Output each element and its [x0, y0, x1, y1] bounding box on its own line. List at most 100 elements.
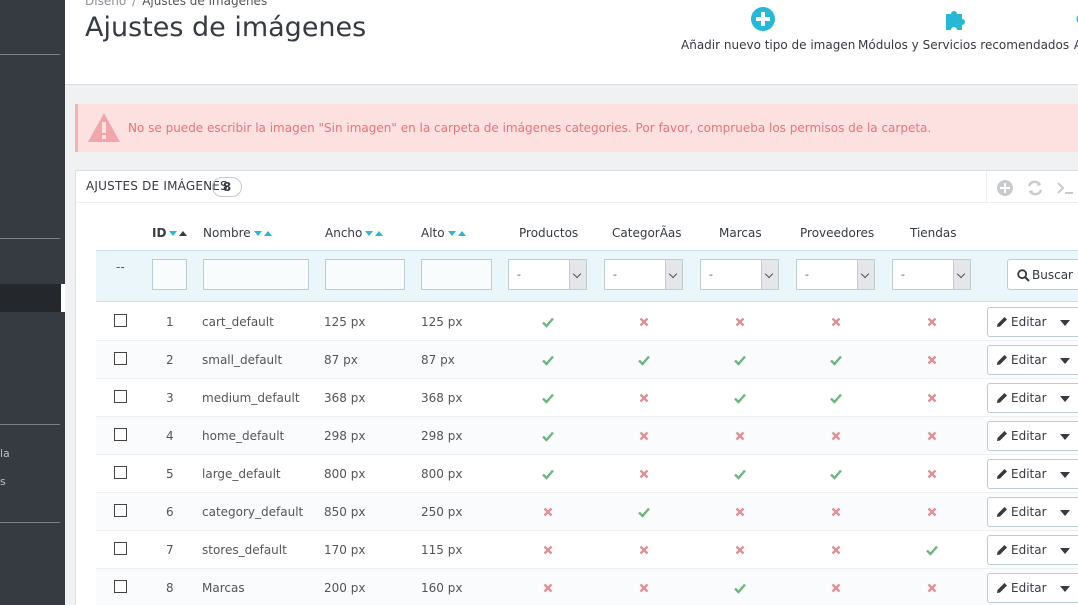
filter-products-select[interactable]: - [508, 259, 587, 290]
check-icon[interactable] [542, 430, 554, 442]
cross-icon[interactable] [734, 506, 746, 518]
sort-arrows-icon[interactable] [447, 229, 466, 238]
breadcrumb-parent[interactable]: Diseño [85, 0, 126, 8]
filter-categories-select[interactable]: - [604, 259, 683, 290]
cross-icon[interactable] [926, 354, 938, 366]
check-icon[interactable] [926, 544, 938, 556]
table-row[interactable]: 8 Marcas 200 px 160 px Editar [96, 569, 1078, 605]
row-checkbox[interactable] [114, 352, 127, 365]
row-checkbox[interactable] [114, 504, 127, 517]
cross-icon[interactable] [830, 506, 842, 518]
filter-height-input[interactable] [421, 259, 492, 290]
edit-button[interactable]: Editar [987, 573, 1078, 603]
check-icon[interactable] [830, 468, 842, 480]
caret-down-icon[interactable] [1060, 548, 1070, 554]
table-row[interactable]: 5 large_default 800 px 800 px Editar [96, 455, 1078, 493]
cross-icon[interactable] [638, 582, 650, 594]
cross-icon[interactable] [638, 316, 650, 328]
filter-stores-select[interactable]: - [892, 259, 971, 290]
edit-button[interactable]: Editar [987, 421, 1078, 451]
cross-icon[interactable] [542, 544, 554, 556]
caret-down-icon[interactable] [1060, 396, 1070, 402]
cross-icon[interactable] [542, 506, 554, 518]
edit-button[interactable]: Editar [987, 345, 1078, 375]
cross-icon[interactable] [734, 430, 746, 442]
cross-icon[interactable] [926, 468, 938, 480]
column-header-width[interactable]: Ancho [325, 226, 384, 240]
filter-suppliers-select[interactable]: - [796, 259, 875, 290]
sort-arrows-icon[interactable] [365, 229, 384, 238]
row-checkbox[interactable] [114, 314, 127, 327]
check-icon[interactable] [638, 506, 650, 518]
sql-terminal-icon[interactable] [1055, 178, 1075, 198]
cross-icon[interactable] [638, 392, 650, 404]
cross-icon[interactable] [638, 430, 650, 442]
edit-button[interactable]: Editar [987, 307, 1078, 337]
filter-width-input[interactable] [325, 259, 405, 290]
row-checkbox[interactable] [114, 542, 127, 555]
cross-icon[interactable] [926, 506, 938, 518]
check-icon[interactable] [542, 468, 554, 480]
cross-icon[interactable] [926, 316, 938, 328]
sort-arrows-icon[interactable] [169, 229, 188, 238]
cross-icon[interactable] [638, 544, 650, 556]
cross-icon[interactable] [638, 468, 650, 480]
cross-icon[interactable] [926, 430, 938, 442]
edit-button[interactable]: Editar [987, 459, 1078, 489]
cross-icon[interactable] [734, 544, 746, 556]
cross-icon[interactable] [830, 544, 842, 556]
row-checkbox[interactable] [114, 428, 127, 441]
refresh-icon[interactable] [1025, 178, 1045, 198]
add-image-type-button[interactable]: Añadir nuevo tipo de imagen [681, 6, 855, 52]
cross-icon[interactable] [734, 316, 746, 328]
cross-icon[interactable] [830, 316, 842, 328]
caret-down-icon[interactable] [1060, 358, 1070, 364]
row-checkbox[interactable] [114, 466, 127, 479]
check-icon[interactable] [734, 392, 746, 404]
table-row[interactable]: 6 category_default 850 px 250 px Editar [96, 493, 1078, 531]
caret-down-icon[interactable] [1060, 320, 1070, 326]
caret-down-icon[interactable] [1060, 586, 1070, 592]
search-button[interactable]: Buscar [1007, 259, 1078, 290]
sidebar-item-label[interactable]: s [0, 475, 6, 488]
edit-button[interactable]: Editar [987, 383, 1078, 413]
filter-brands-select[interactable]: - [700, 259, 779, 290]
sidebar-item-label[interactable]: la [0, 447, 10, 460]
cross-icon[interactable] [926, 392, 938, 404]
edit-button[interactable]: Editar [987, 497, 1078, 527]
cross-icon[interactable] [830, 582, 842, 594]
filter-id-input[interactable] [152, 259, 187, 290]
column-header-name[interactable]: Nombre [203, 226, 272, 240]
table-row[interactable]: 1 cart_default 125 px 125 px Editar [96, 303, 1078, 341]
check-icon[interactable] [734, 468, 746, 480]
table-row[interactable]: 2 small_default 87 px 87 px Editar [96, 341, 1078, 379]
cross-icon[interactable] [830, 430, 842, 442]
caret-down-icon[interactable] [1060, 510, 1070, 516]
table-row[interactable]: 7 stores_default 170 px 115 px Editar [96, 531, 1078, 569]
cross-icon[interactable] [542, 582, 554, 594]
sort-arrows-icon[interactable] [253, 229, 272, 238]
check-icon[interactable] [830, 392, 842, 404]
edit-button[interactable]: Editar [987, 535, 1078, 565]
table-row[interactable]: 3 medium_default 368 px 368 px Editar [96, 379, 1078, 417]
recommended-modules-button[interactable]: Módulos y Servicios recomendados [858, 6, 1069, 52]
row-checkbox[interactable] [114, 390, 127, 403]
add-new-icon[interactable] [995, 178, 1015, 198]
row-checkbox[interactable] [114, 580, 127, 593]
table-row[interactable]: 4 home_default 298 px 298 px Editar [96, 417, 1078, 455]
column-header-id[interactable]: ID [152, 226, 188, 240]
sidebar-item-active[interactable] [0, 284, 65, 312]
check-icon[interactable] [638, 354, 650, 366]
check-icon[interactable] [542, 392, 554, 404]
check-icon[interactable] [830, 354, 842, 366]
check-icon[interactable] [734, 582, 746, 594]
caret-down-icon[interactable] [1060, 472, 1070, 478]
column-header-height[interactable]: Alto [421, 226, 466, 240]
check-icon[interactable] [542, 316, 554, 328]
check-icon[interactable] [542, 354, 554, 366]
check-icon[interactable] [734, 354, 746, 366]
caret-down-icon[interactable] [1060, 434, 1070, 440]
cross-icon[interactable] [926, 582, 938, 594]
toolbar-truncated-button[interactable]: A [1070, 6, 1078, 52]
filter-name-input[interactable] [203, 259, 309, 290]
